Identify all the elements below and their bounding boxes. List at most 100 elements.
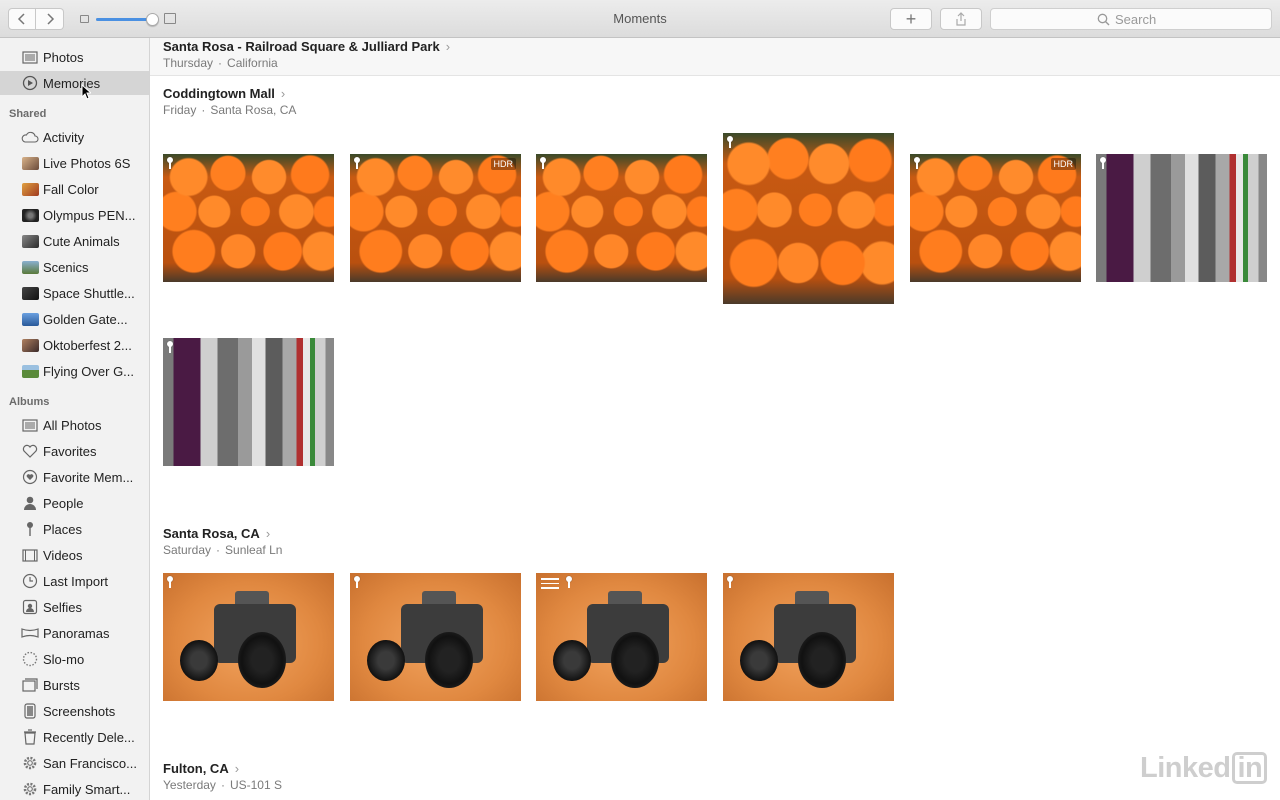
sidebar-item-panoramas[interactable]: Panoramas	[0, 621, 149, 645]
slomo-icon	[21, 651, 39, 667]
sidebar-item-recently-deleted[interactable]: Recently Dele...	[0, 725, 149, 749]
panorama-icon	[21, 625, 39, 641]
adjustments-icon	[541, 578, 559, 592]
album-thumb-icon	[21, 311, 39, 327]
sidebar-item-screenshots[interactable]: Screenshots	[0, 699, 149, 723]
sidebar-item-family-smart[interactable]: Family Smart...	[0, 777, 149, 800]
linkedin-watermark: Linked in	[1140, 752, 1268, 785]
share-button[interactable]	[940, 8, 982, 30]
cloud-icon	[21, 129, 39, 145]
search-icon	[1097, 13, 1110, 25]
toolbar: Moments +	[0, 0, 1280, 38]
chevron-right-icon: ›	[280, 86, 286, 101]
sidebar-item-bursts[interactable]: Bursts	[0, 673, 149, 697]
album-thumb-icon	[21, 155, 39, 171]
sidebar-item-people[interactable]: People	[0, 491, 149, 515]
sidebar-item-space-shuttle[interactable]: Space Shuttle...	[0, 281, 149, 305]
moment-subtitle: Friday · Santa Rosa, CA	[163, 103, 297, 117]
chevron-right-icon: ›	[445, 39, 451, 54]
sidebar-item-activity[interactable]: Activity	[0, 125, 149, 149]
photo-thumbnail[interactable]	[536, 573, 707, 701]
photos-icon	[21, 49, 39, 65]
chevron-right-icon: ›	[265, 526, 271, 541]
trash-icon	[21, 729, 39, 745]
sidebar-item-last-import[interactable]: Last Import	[0, 569, 149, 593]
sidebar-item-places[interactable]: Places	[0, 517, 149, 541]
zoom-knob[interactable]	[146, 13, 159, 26]
moment-subtitle: Yesterday · US-101 S	[163, 778, 282, 792]
window-title: Moments	[613, 11, 667, 26]
location-pin-icon	[354, 576, 360, 588]
forward-button[interactable]	[36, 8, 64, 30]
album-thumb-icon	[21, 207, 39, 223]
moment-subtitle: Thursday · California	[163, 56, 278, 70]
sidebar-item-favorite-memories[interactable]: Favorite Mem...	[0, 465, 149, 489]
sidebar-item-live-photos[interactable]: Live Photos 6S	[0, 151, 149, 175]
add-button[interactable]: +	[890, 8, 932, 30]
sidebar-item-san-francisco[interactable]: San Francisco...	[0, 751, 149, 775]
memories-icon	[21, 75, 39, 91]
back-button[interactable]	[8, 8, 36, 30]
photos-icon	[21, 417, 39, 433]
sidebar-item-golden-gate[interactable]: Golden Gate...	[0, 307, 149, 331]
moment-header-sticky: Santa Rosa - Railroad Square & Julliard …	[150, 38, 1280, 76]
photo-thumbnail[interactable]	[163, 573, 334, 701]
moment-subtitle: Saturday · Sunleaf Ln	[163, 543, 283, 557]
sidebar: Photos Memories Shared Activity Live Pho…	[0, 38, 150, 800]
search-field[interactable]	[990, 8, 1272, 30]
photo-thumbnail-selected[interactable]	[723, 133, 894, 304]
heart-icon	[21, 443, 39, 459]
sidebar-item-flying-over[interactable]: Flying Over G...	[0, 359, 149, 383]
sidebar-item-fall-color[interactable]: Fall Color	[0, 177, 149, 201]
sidebar-item-videos[interactable]: Videos	[0, 543, 149, 567]
navigation-buttons	[8, 8, 64, 30]
chevron-left-icon	[17, 13, 25, 25]
moment-title[interactable]: Fulton, CA ›	[163, 761, 239, 776]
photo-thumbnail[interactable]	[536, 154, 707, 282]
sidebar-item-favorites[interactable]: Favorites	[0, 439, 149, 463]
selfie-icon	[21, 599, 39, 615]
sidebar-item-olympus[interactable]: Olympus PEN...	[0, 203, 149, 227]
sidebar-item-cute-animals[interactable]: Cute Animals	[0, 229, 149, 253]
photo-thumbnail[interactable]	[350, 573, 521, 701]
location-pin-icon	[540, 157, 546, 169]
chevron-right-icon	[46, 13, 54, 25]
large-photo-icon	[164, 13, 176, 24]
zoom-slider[interactable]	[80, 11, 180, 27]
sidebar-item-selfies[interactable]: Selfies	[0, 595, 149, 619]
gear-icon	[21, 781, 39, 797]
sidebar-item-photos[interactable]: Photos	[0, 45, 149, 69]
zoom-track[interactable]	[96, 13, 159, 26]
moment-title[interactable]: Santa Rosa, CA ›	[163, 526, 270, 541]
search-input[interactable]	[1115, 11, 1165, 27]
screenshot-icon	[21, 703, 39, 719]
photo-thumbnail[interactable]: HDR	[350, 154, 521, 282]
location-pin-icon	[1100, 157, 1106, 169]
small-photo-icon	[80, 15, 89, 23]
sidebar-item-slo-mo[interactable]: Slo-mo	[0, 647, 149, 671]
photo-thumbnail[interactable]	[1096, 154, 1267, 282]
sidebar-item-oktoberfest[interactable]: Oktoberfest 2...	[0, 333, 149, 357]
mouse-cursor-icon	[81, 84, 91, 100]
albums-heading: Albums	[9, 396, 50, 408]
moment-title[interactable]: Coddingtown Mall ›	[163, 86, 285, 101]
location-pin-icon	[167, 157, 173, 169]
hdr-badge: HDR	[1050, 158, 1076, 170]
photo-thumbnail[interactable]	[163, 338, 334, 466]
share-icon	[956, 12, 966, 26]
photo-thumbnail[interactable]: HDR	[910, 154, 1081, 282]
sidebar-item-scenics[interactable]: Scenics	[0, 255, 149, 279]
album-thumb-icon	[21, 233, 39, 249]
favorite-memories-icon	[21, 469, 39, 485]
moment-title[interactable]: Santa Rosa - Railroad Square & Julliard …	[163, 39, 450, 54]
photo-thumbnail[interactable]	[163, 154, 334, 282]
person-icon	[21, 495, 39, 511]
location-pin-icon	[167, 576, 173, 588]
sidebar-item-memories[interactable]: Memories	[0, 71, 149, 95]
photo-thumbnail[interactable]	[723, 573, 894, 701]
shared-heading: Shared	[9, 108, 47, 120]
album-thumb-icon	[21, 285, 39, 301]
sidebar-item-all-photos[interactable]: All Photos	[0, 413, 149, 437]
video-icon	[21, 547, 39, 563]
bursts-icon	[21, 677, 39, 693]
